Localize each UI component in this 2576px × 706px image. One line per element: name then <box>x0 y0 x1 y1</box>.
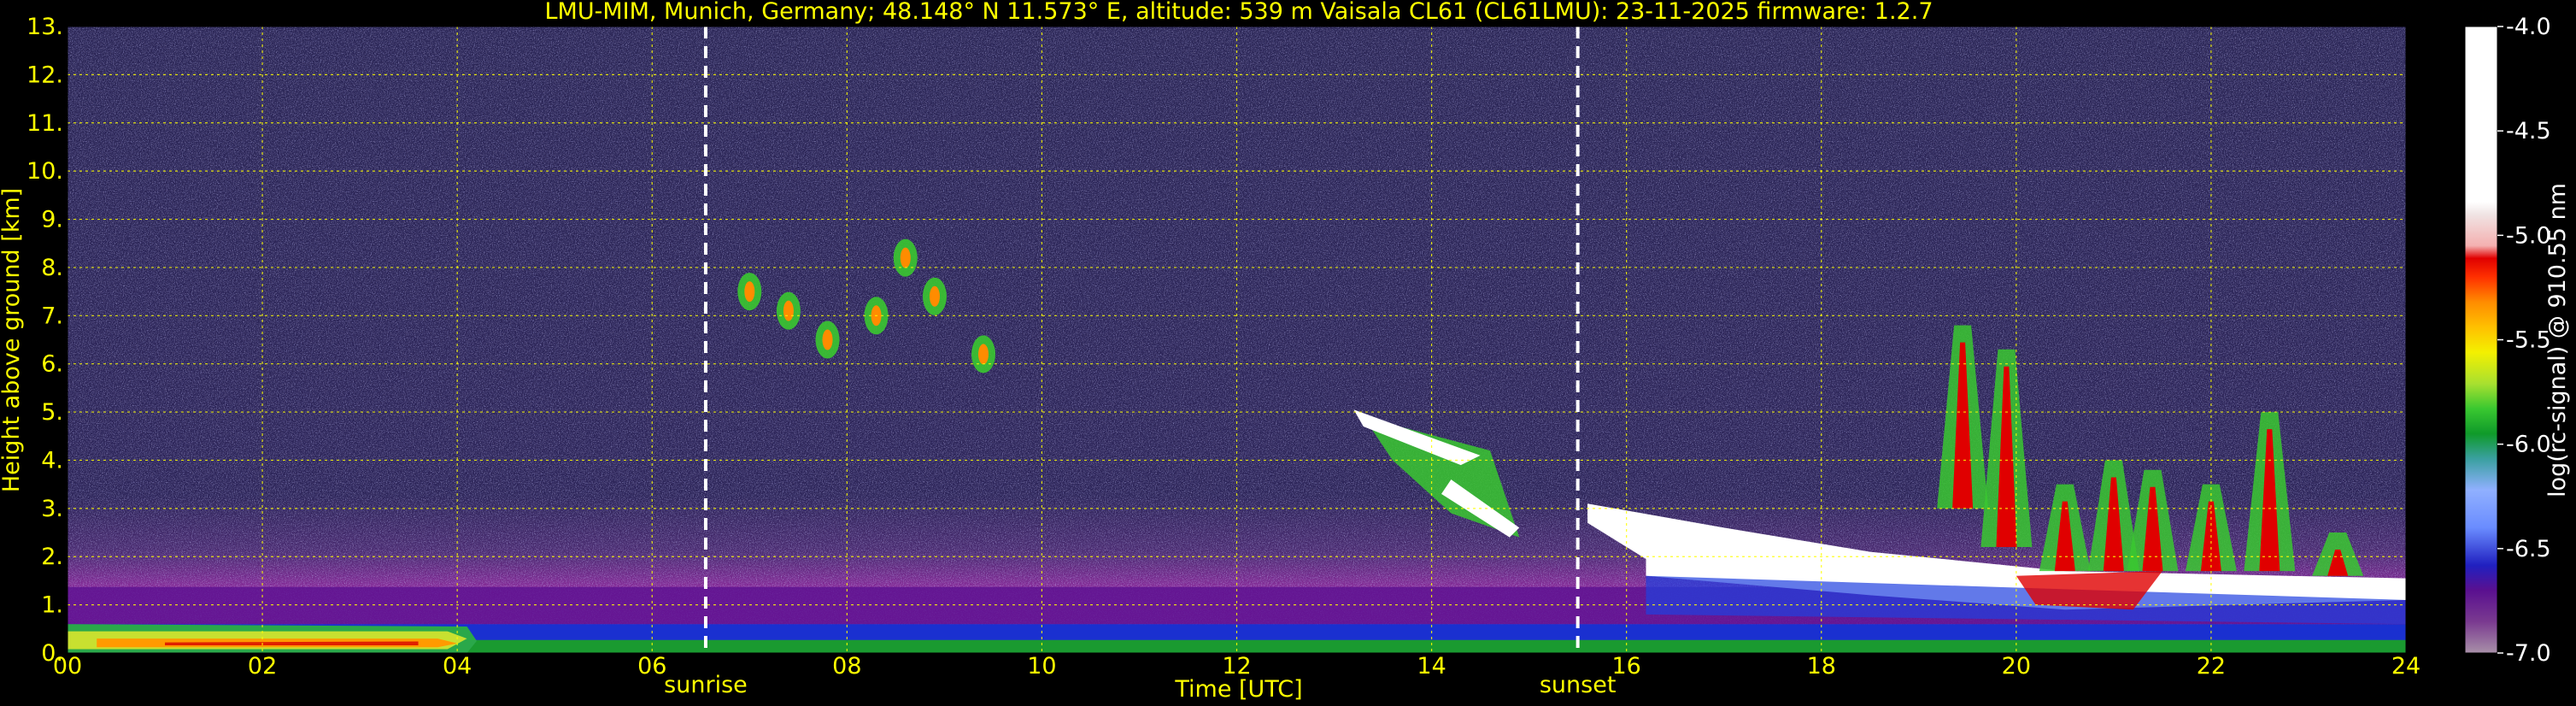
colorbar <box>2464 26 2498 654</box>
x-tick-label: 04 <box>443 653 472 680</box>
y-tick-label: 7. <box>41 303 63 329</box>
x-axis-label: Time [UTC] <box>1174 676 1302 703</box>
x-tick-label: 08 <box>832 653 861 680</box>
y-tick-label: 3. <box>41 496 63 522</box>
marker-label-sunrise: sunrise <box>664 672 748 698</box>
ceilometer-chart: LMU-MIM, Munich, Germany; 48.148° N 11.5… <box>0 0 2576 706</box>
colorbar-tick-label: -4.0 <box>2506 14 2551 40</box>
y-tick-label: 5. <box>41 399 63 426</box>
y-tick-label: 2. <box>41 544 63 570</box>
chart-title: LMU-MIM, Munich, Germany; 48.148° N 11.5… <box>544 0 1933 25</box>
y-tick-label: 13. <box>26 14 63 40</box>
y-tick-label: 0. <box>41 640 63 667</box>
y-tick-label: 10. <box>26 158 63 185</box>
y-tick-label: 9. <box>41 207 63 233</box>
x-tick-label: 22 <box>2197 653 2226 680</box>
x-tick-label: 20 <box>2002 653 2031 680</box>
y-tick-label: 1. <box>41 592 63 619</box>
y-tick-label: 11. <box>26 110 63 137</box>
colorbar-tick-label: -6.5 <box>2506 536 2551 562</box>
x-tick-label: 06 <box>637 653 666 680</box>
colorbar-label: log(rc-signal) @ 910.55 nm <box>2544 183 2571 497</box>
x-tick-label: 10 <box>1027 653 1056 680</box>
colorbar-tick-label: -7.0 <box>2506 640 2551 667</box>
y-tick-label: 6. <box>41 351 63 378</box>
x-tick-label: 24 <box>2391 653 2421 680</box>
marker-label-sunset: sunset <box>1540 672 1617 698</box>
x-tick-label: 16 <box>1611 653 1640 680</box>
colorbar-tick-label: -4.5 <box>2506 118 2551 144</box>
x-tick-label: 02 <box>248 653 277 680</box>
y-tick-label: 8. <box>41 255 63 281</box>
x-tick-label: 14 <box>1417 653 1446 680</box>
y-axis-label: Height above ground [km] <box>0 188 25 492</box>
y-tick-label: 12. <box>26 62 63 88</box>
x-tick-label: 18 <box>1807 653 1836 680</box>
y-tick-label: 4. <box>41 447 63 474</box>
x-tick-label: 12 <box>1222 653 1251 680</box>
